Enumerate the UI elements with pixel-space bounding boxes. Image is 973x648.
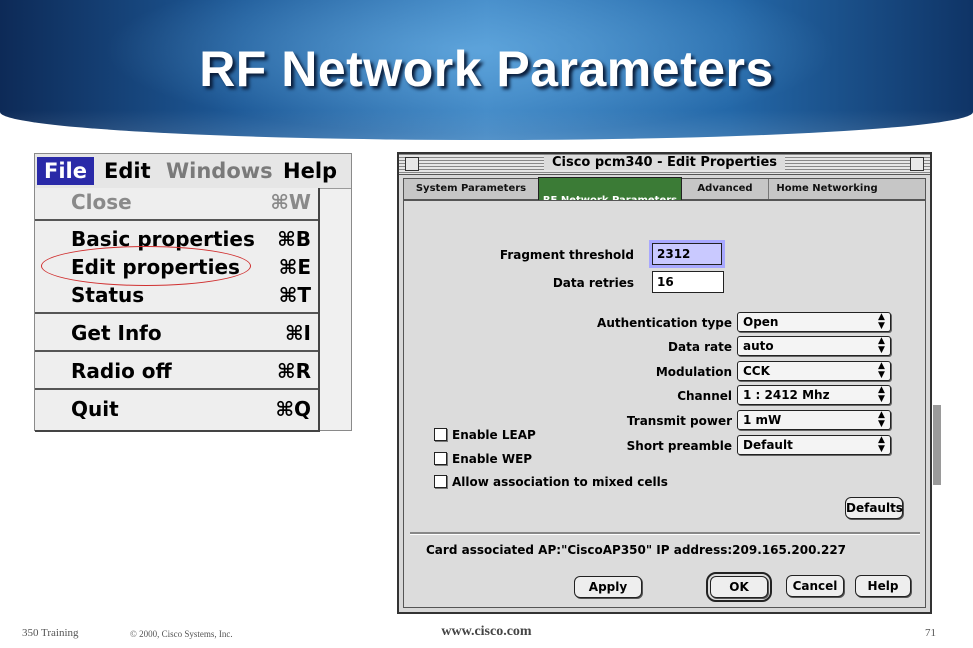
- updown-arrows-icon: ▲ ▼: [878, 361, 885, 380]
- fragment-threshold-field[interactable]: 2312: [649, 240, 725, 268]
- updown-arrows-icon: ▲ ▼: [878, 410, 885, 429]
- transmit-power-popup[interactable]: 1 mW ▲ ▼: [737, 410, 891, 430]
- tab-home-networking[interactable]: Home Networking: [768, 179, 886, 199]
- authentication-type-popup[interactable]: Open ▲ ▼: [737, 312, 891, 332]
- menu-item-shortcut: ⌘Q: [275, 397, 311, 421]
- footer-url: www.cisco.com: [441, 624, 532, 639]
- window-title: Cisco pcm340 - Edit Properties: [399, 155, 930, 170]
- fragment-threshold-label: Fragment threshold: [499, 248, 634, 262]
- menu-item-label: Close: [71, 190, 132, 214]
- checkbox-label: Allow association to mixed cells: [452, 475, 668, 489]
- tab-strip: System Parameters RF Network Parameters …: [403, 177, 926, 207]
- menu-separator: [35, 388, 318, 390]
- updown-arrows-icon: ▲ ▼: [878, 435, 885, 454]
- tab-system-parameters[interactable]: System Parameters: [404, 179, 539, 199]
- edit-properties-window: Cisco pcm340 - Edit Properties System Pa…: [397, 152, 932, 614]
- menu-file[interactable]: File: [37, 157, 94, 185]
- transmit-power-label: Transmit power: [626, 414, 732, 428]
- menu-windows[interactable]: Windows: [159, 157, 280, 185]
- checkbox-icon: [434, 452, 447, 465]
- menu-item-quit[interactable]: Quit ⌘Q: [71, 395, 311, 423]
- menu-item-shortcut: ⌘W: [270, 190, 311, 214]
- checkbox-icon: [434, 475, 447, 488]
- file-menu-screenshot: File Edit Windows Help Close ⌘W Basic pr…: [34, 153, 352, 432]
- menu-separator: [35, 312, 318, 314]
- menu-item-label: Quit: [71, 397, 119, 421]
- modulation-label: Modulation: [655, 365, 732, 379]
- popup-value: Open: [743, 315, 779, 329]
- menu-item-label: Get Info: [71, 321, 162, 345]
- updown-arrows-icon: ▲ ▼: [878, 385, 885, 404]
- popup-value: auto: [743, 339, 774, 353]
- popup-value: CCK: [743, 364, 770, 378]
- enable-leap-checkbox[interactable]: Enable LEAP: [434, 427, 536, 443]
- menu-item-radio-off[interactable]: Radio off ⌘R: [71, 357, 311, 385]
- menu-help[interactable]: Help: [276, 157, 344, 185]
- menu-item-status[interactable]: Status ⌘T: [71, 281, 311, 309]
- file-dropdown: Close ⌘W Basic properties ⌘B Edit proper…: [35, 188, 320, 432]
- allow-mixed-cells-checkbox[interactable]: Allow association to mixed cells: [434, 474, 668, 490]
- channel-label: Channel: [677, 389, 732, 403]
- menu-item-get-info[interactable]: Get Info ⌘I: [71, 319, 311, 347]
- defaults-button[interactable]: Defaults: [845, 497, 903, 519]
- channel-popup[interactable]: 1 : 2412 Mhz ▲ ▼: [737, 385, 891, 405]
- help-button[interactable]: Help: [855, 575, 911, 597]
- cancel-button[interactable]: Cancel: [786, 575, 844, 597]
- menu-item-shortcut: ⌘I: [285, 321, 311, 345]
- popup-value: 1 : 2412 Mhz: [743, 388, 830, 402]
- modulation-popup[interactable]: CCK ▲ ▼: [737, 361, 891, 381]
- checkbox-label: Enable LEAP: [452, 428, 536, 442]
- menu-item-close[interactable]: Close ⌘W: [71, 188, 311, 216]
- popup-value: Default: [743, 438, 793, 452]
- highlight-ellipse: [41, 246, 251, 286]
- tab-content: Fragment threshold 2312 Data retries 16 …: [403, 200, 926, 608]
- menu-item-shortcut: ⌘T: [278, 283, 311, 307]
- menu-separator: [35, 350, 318, 352]
- menu-separator: [35, 219, 318, 221]
- enable-wep-checkbox[interactable]: Enable WEP: [434, 451, 532, 467]
- menu-item-shortcut: ⌘B: [277, 227, 311, 251]
- menu-item-shortcut: ⌘R: [277, 359, 311, 383]
- popup-value: 1 mW: [743, 413, 782, 427]
- menu-item-label: Status: [71, 283, 145, 307]
- data-rate-popup[interactable]: auto ▲ ▼: [737, 336, 891, 356]
- page-number: 71: [925, 627, 936, 639]
- zoom-box-icon[interactable]: [910, 157, 924, 171]
- data-rate-label: Data rate: [668, 340, 732, 354]
- short-preamble-popup[interactable]: Default ▲ ▼: [737, 435, 891, 455]
- menubar: File Edit Windows Help: [35, 154, 351, 189]
- updown-arrows-icon: ▲ ▼: [878, 336, 885, 355]
- slide-title: RF Network Parameters: [199, 41, 774, 97]
- apply-button[interactable]: Apply: [574, 576, 642, 598]
- checkbox-icon: [434, 428, 447, 441]
- menu-item-shortcut: ⌘E: [278, 255, 311, 279]
- checkbox-label: Enable WEP: [452, 452, 533, 466]
- short-preamble-label: Short preamble: [626, 439, 732, 453]
- updown-arrows-icon: ▲ ▼: [878, 312, 885, 331]
- status-text: Card associated AP:"CiscoAP350" IP addre…: [426, 543, 847, 557]
- menu-edit[interactable]: Edit: [97, 157, 158, 185]
- ok-button[interactable]: OK: [706, 572, 772, 602]
- authentication-type-label: Authentication type: [597, 316, 732, 330]
- data-retries-field[interactable]: 16: [652, 271, 724, 293]
- window-titlebar[interactable]: Cisco pcm340 - Edit Properties: [399, 154, 930, 175]
- menu-item-label: Radio off: [71, 359, 172, 383]
- data-retries-label: Data retries: [552, 276, 634, 290]
- background-window-edge: [933, 405, 941, 485]
- tab-advanced[interactable]: Advanced: [682, 179, 769, 199]
- divider: [410, 532, 920, 535]
